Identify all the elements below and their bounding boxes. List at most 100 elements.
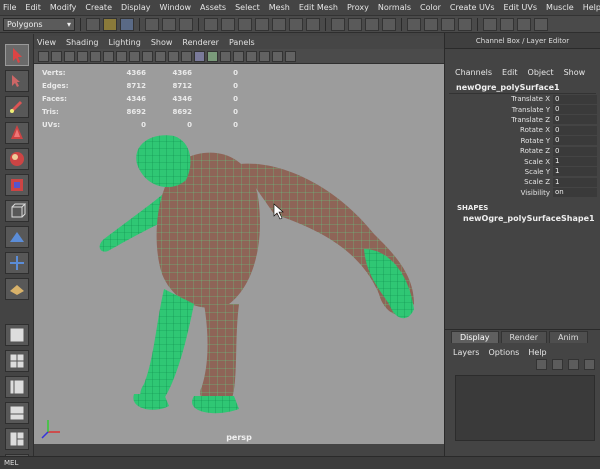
soft-mod-tool-icon[interactable] [5, 226, 29, 248]
viewport-menu-shading[interactable]: Shading [66, 38, 99, 47]
channel-attribute-row[interactable]: Translate Z0 [445, 115, 600, 125]
selected-object-name[interactable]: newOgre_polySurface1 [449, 83, 596, 94]
last-tool-icon[interactable] [5, 278, 29, 300]
channel-attribute-value[interactable]: 0 [553, 94, 597, 104]
field-chart-icon[interactable] [142, 50, 153, 62]
input-field-icon[interactable] [483, 17, 497, 31]
mask-icon[interactable] [204, 17, 218, 31]
gate-mask-icon[interactable] [129, 50, 140, 62]
shadows-icon[interactable] [246, 50, 257, 62]
menu-select[interactable]: Select [235, 3, 260, 12]
viewport-menu-panels[interactable]: Panels [229, 38, 255, 47]
perspective-viewport[interactable]: Verts: 4366 4366 0 Edges: 8712 8712 0 Faces: 4346… [34, 64, 444, 444]
select-component-icon[interactable] [179, 17, 193, 31]
tab-anim[interactable]: Anim [548, 331, 588, 343]
safe-title-icon[interactable] [168, 50, 179, 62]
channel-box-menu-show[interactable]: Show [564, 68, 586, 77]
ipr-render-icon[interactable] [441, 17, 455, 31]
snap-point-icon[interactable] [365, 17, 379, 31]
menu-window[interactable]: Window [160, 3, 192, 12]
channel-attribute-value[interactable]: 0 [553, 105, 597, 115]
isolate-select-icon[interactable] [272, 50, 283, 62]
lights-icon[interactable] [233, 50, 244, 62]
lasso-tool-icon[interactable] [5, 70, 29, 92]
channel-box-menu-object[interactable]: Object [528, 68, 554, 77]
rotate-tool-icon[interactable] [5, 148, 29, 170]
mask-icon[interactable] [255, 17, 269, 31]
menu-create-uvs[interactable]: Create UVs [450, 3, 495, 12]
layout-four-icon[interactable] [5, 350, 29, 372]
render-settings-icon[interactable] [458, 17, 472, 31]
channel-attribute-value[interactable]: 1 [553, 177, 597, 187]
channel-attribute-row[interactable]: Scale Z1 [445, 177, 600, 187]
menu-help[interactable]: Help [583, 3, 600, 12]
select-tool-icon[interactable] [5, 44, 29, 66]
move-down-icon[interactable] [552, 359, 563, 370]
menu-modify[interactable]: Modify [50, 3, 77, 12]
layout-persp-outliner-icon[interactable] [5, 376, 29, 398]
tool-settings-icon[interactable] [517, 17, 531, 31]
mask-icon[interactable] [238, 17, 252, 31]
channel-attribute-value[interactable]: 0 [553, 125, 597, 135]
channel-attribute-row[interactable]: Rotate Y0 [445, 136, 600, 146]
render-icon[interactable] [424, 17, 438, 31]
safe-action-icon[interactable] [155, 50, 166, 62]
channel-attribute-value[interactable]: 1 [553, 167, 597, 177]
channel-attribute-row[interactable]: Scale Y1 [445, 167, 600, 177]
history-icon[interactable] [407, 17, 421, 31]
channel-attribute-row[interactable]: Rotate X0 [445, 125, 600, 135]
open-scene-icon[interactable] [103, 17, 117, 31]
viewport-menu-renderer[interactable]: Renderer [182, 38, 219, 47]
new-layer-icon[interactable] [568, 359, 579, 370]
snap-plane-icon[interactable] [382, 17, 396, 31]
channel-box-icon[interactable] [534, 17, 548, 31]
wireframe-on-shaded-icon[interactable] [207, 50, 218, 62]
menu-file[interactable]: File [3, 3, 16, 12]
channel-attribute-value[interactable]: 0 [553, 136, 597, 146]
scale-tool-icon[interactable] [5, 174, 29, 196]
menu-edit-mesh[interactable]: Edit Mesh [299, 3, 338, 12]
layout-hypershade-icon[interactable] [5, 428, 29, 450]
snap-grid-icon[interactable] [331, 17, 345, 31]
channel-attribute-value[interactable]: 0 [553, 115, 597, 125]
wireframe-icon[interactable] [181, 50, 192, 62]
layer-menu-help[interactable]: Help [528, 348, 546, 357]
save-scene-icon[interactable] [120, 17, 134, 31]
resolution-gate-icon[interactable] [116, 50, 127, 62]
channel-attribute-row[interactable]: Rotate Z0 [445, 146, 600, 156]
channel-attribute-value[interactable]: 1 [553, 157, 597, 167]
shape-node-name[interactable]: newOgre_polySurfaceShape1 [445, 214, 600, 223]
attribute-editor-icon[interactable] [500, 17, 514, 31]
hud-icon[interactable] [285, 50, 296, 62]
command-line[interactable]: MEL [0, 456, 600, 469]
camera-select-icon[interactable] [38, 50, 49, 62]
viewport-menu-lighting[interactable]: Lighting [108, 38, 140, 47]
textured-icon[interactable] [220, 50, 231, 62]
paint-select-tool-icon[interactable] [5, 96, 29, 118]
channel-attribute-value[interactable]: on [553, 188, 597, 198]
select-hierarchy-icon[interactable] [145, 17, 159, 31]
layout-single-icon[interactable] [5, 324, 29, 346]
mask-icon[interactable] [272, 17, 286, 31]
channel-box-menu-channels[interactable]: Channels [455, 68, 492, 77]
menu-color[interactable]: Color [420, 3, 441, 12]
viewport-menu-show[interactable]: Show [151, 38, 173, 47]
camera-attributes-icon[interactable] [51, 50, 62, 62]
move-tool-icon[interactable] [5, 122, 29, 144]
xray-icon[interactable] [259, 50, 270, 62]
move-up-icon[interactable] [536, 359, 547, 370]
show-manipulator-icon[interactable] [5, 252, 29, 274]
mode-selector[interactable]: Polygons ▾ [3, 17, 75, 31]
channel-attribute-row[interactable]: Scale X1 [445, 156, 600, 167]
mask-icon[interactable] [221, 17, 235, 31]
channel-attribute-value[interactable]: 0 [553, 146, 597, 156]
menu-edit-uvs[interactable]: Edit UVs [504, 3, 538, 12]
ogre-mesh[interactable] [34, 64, 444, 444]
channel-attribute-row[interactable]: Translate Y0 [445, 104, 600, 115]
mask-icon[interactable] [289, 17, 303, 31]
smooth-shade-icon[interactable] [194, 50, 205, 62]
mask-icon[interactable] [306, 17, 320, 31]
channel-box-menu-edit[interactable]: Edit [502, 68, 518, 77]
manipulator-tool-icon[interactable] [5, 200, 29, 222]
menu-mesh[interactable]: Mesh [269, 3, 290, 12]
